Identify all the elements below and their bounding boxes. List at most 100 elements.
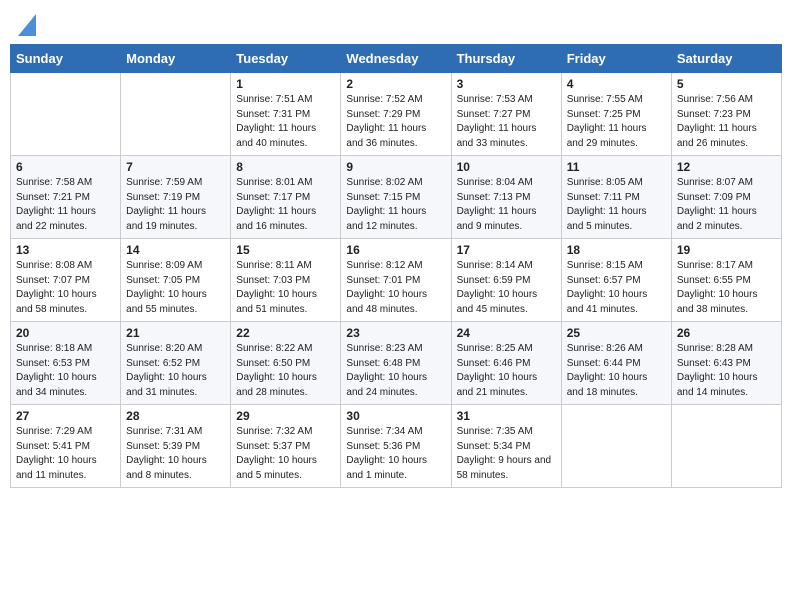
calendar-cell: 28 Sunrise: 7:31 AMSunset: 5:39 PMDayligh… bbox=[121, 405, 231, 488]
cell-info: Sunrise: 7:51 AMSunset: 7:31 PMDaylight:… bbox=[236, 93, 335, 151]
calendar-cell bbox=[121, 73, 231, 156]
cell-info: Sunrise: 7:34 AMSunset: 5:36 PMDaylight:… bbox=[346, 425, 445, 483]
calendar-cell: 11Sunrise: 8:05 AMSunset: 7:11 PMDayligh… bbox=[561, 156, 671, 239]
cell-info: Sunrise: 7:32 AMSunset: 5:37 PMDaylight:… bbox=[236, 425, 335, 483]
day-number: 20 bbox=[16, 326, 115, 340]
calendar-cell bbox=[11, 73, 121, 156]
day-number: 18 bbox=[567, 243, 666, 257]
day-number: 8 bbox=[236, 160, 335, 174]
day-number: 17 bbox=[457, 243, 556, 257]
col-header-wednesday: Wednesday bbox=[341, 45, 451, 73]
calendar-cell: 25Sunrise: 8:26 AMSunset: 6:44 PMDayligh… bbox=[561, 322, 671, 405]
col-header-monday: Monday bbox=[121, 45, 231, 73]
day-number: 2 bbox=[346, 77, 445, 91]
logo bbox=[16, 14, 36, 32]
day-number: 28 bbox=[126, 409, 225, 423]
calendar-cell bbox=[561, 405, 671, 488]
calendar-cell: 23 Sunrise: 8:23 AMSunset: 6:48 PMDayligh… bbox=[341, 322, 451, 405]
calendar-cell: 20 Sunrise: 8:18 AMSunset: 6:53 PMDayligh… bbox=[11, 322, 121, 405]
cell-info: Sunrise: 7:56 AMSunset: 7:23 PMDaylight:… bbox=[677, 93, 776, 151]
day-number: 24 bbox=[457, 326, 556, 340]
cell-info: Sunrise: 7:52 AMSunset: 7:29 PMDaylight:… bbox=[346, 93, 445, 151]
week-row-3: 13 Sunrise: 8:08 AMSunset: 7:07 PMDayligh… bbox=[11, 239, 782, 322]
week-row-2: 6 Sunrise: 7:58 AMSunset: 7:21 PMDaylight… bbox=[11, 156, 782, 239]
cell-info: Sunrise: 7:29 AMSunset: 5:41 PMDaylight:… bbox=[16, 425, 115, 483]
day-number: 10 bbox=[457, 160, 556, 174]
calendar-cell bbox=[671, 405, 781, 488]
calendar-cell: 6 Sunrise: 7:58 AMSunset: 7:21 PMDaylight… bbox=[11, 156, 121, 239]
calendar-cell: 29 Sunrise: 7:32 AMSunset: 5:37 PMDayligh… bbox=[231, 405, 341, 488]
cell-info: Sunrise: 8:18 AMSunset: 6:53 PMDaylight:… bbox=[16, 342, 115, 400]
cell-info: Sunrise: 8:01 AMSunset: 7:17 PMDaylight:… bbox=[236, 176, 335, 234]
col-header-saturday: Saturday bbox=[671, 45, 781, 73]
calendar-cell: 17 Sunrise: 8:14 AMSunset: 6:59 PMDayligh… bbox=[451, 239, 561, 322]
cell-info: Sunrise: 8:11 AMSunset: 7:03 PMDaylight:… bbox=[236, 259, 335, 317]
day-number: 15 bbox=[236, 243, 335, 257]
calendar-cell: 22 Sunrise: 8:22 AMSunset: 6:50 PMDayligh… bbox=[231, 322, 341, 405]
cell-info: Sunrise: 8:14 AMSunset: 6:59 PMDaylight:… bbox=[457, 259, 556, 317]
calendar-cell: 21 Sunrise: 8:20 AMSunset: 6:52 PMDayligh… bbox=[121, 322, 231, 405]
col-header-tuesday: Tuesday bbox=[231, 45, 341, 73]
cell-info: Sunrise: 8:09 AMSunset: 7:05 PMDaylight:… bbox=[126, 259, 225, 317]
calendar-cell: 7Sunrise: 7:59 AMSunset: 7:19 PMDaylight… bbox=[121, 156, 231, 239]
calendar-cell: 8 Sunrise: 8:01 AMSunset: 7:17 PMDaylight… bbox=[231, 156, 341, 239]
day-number: 13 bbox=[16, 243, 115, 257]
cell-info: Sunrise: 7:53 AMSunset: 7:27 PMDaylight:… bbox=[457, 93, 556, 151]
calendar-cell: 1 Sunrise: 7:51 AMSunset: 7:31 PMDaylight… bbox=[231, 73, 341, 156]
cell-info: Sunrise: 8:02 AMSunset: 7:15 PMDaylight:… bbox=[346, 176, 445, 234]
day-number: 5 bbox=[677, 77, 776, 91]
week-row-5: 27Sunrise: 7:29 AMSunset: 5:41 PMDayligh… bbox=[11, 405, 782, 488]
day-number: 11 bbox=[567, 160, 666, 174]
cell-info: Sunrise: 8:17 AMSunset: 6:55 PMDaylight:… bbox=[677, 259, 776, 317]
day-number: 23 bbox=[346, 326, 445, 340]
week-row-4: 20 Sunrise: 8:18 AMSunset: 6:53 PMDayligh… bbox=[11, 322, 782, 405]
calendar-cell: 9Sunrise: 8:02 AMSunset: 7:15 PMDaylight… bbox=[341, 156, 451, 239]
calendar-cell: 19 Sunrise: 8:17 AMSunset: 6:55 PMDayligh… bbox=[671, 239, 781, 322]
day-number: 6 bbox=[16, 160, 115, 174]
day-number: 1 bbox=[236, 77, 335, 91]
cell-info: Sunrise: 8:25 AMSunset: 6:46 PMDaylight:… bbox=[457, 342, 556, 400]
calendar-cell: 15 Sunrise: 8:11 AMSunset: 7:03 PMDayligh… bbox=[231, 239, 341, 322]
calendar-cell: 26Sunrise: 8:28 AMSunset: 6:43 PMDayligh… bbox=[671, 322, 781, 405]
cell-info: Sunrise: 8:07 AMSunset: 7:09 PMDaylight:… bbox=[677, 176, 776, 234]
cell-info: Sunrise: 8:08 AMSunset: 7:07 PMDaylight:… bbox=[16, 259, 115, 317]
cell-info: Sunrise: 7:58 AMSunset: 7:21 PMDaylight:… bbox=[16, 176, 115, 234]
cell-info: Sunrise: 8:20 AMSunset: 6:52 PMDaylight:… bbox=[126, 342, 225, 400]
calendar-cell: 2 Sunrise: 7:52 AMSunset: 7:29 PMDaylight… bbox=[341, 73, 451, 156]
cell-info: Sunrise: 7:55 AMSunset: 7:25 PMDaylight:… bbox=[567, 93, 666, 151]
day-number: 3 bbox=[457, 77, 556, 91]
cell-info: Sunrise: 8:22 AMSunset: 6:50 PMDaylight:… bbox=[236, 342, 335, 400]
day-number: 31 bbox=[457, 409, 556, 423]
logo-text-block bbox=[16, 14, 36, 32]
calendar-cell: 4Sunrise: 7:55 AMSunset: 7:25 PMDaylight… bbox=[561, 73, 671, 156]
calendar-cell: 16Sunrise: 8:12 AMSunset: 7:01 PMDayligh… bbox=[341, 239, 451, 322]
cell-info: Sunrise: 7:31 AMSunset: 5:39 PMDaylight:… bbox=[126, 425, 225, 483]
day-number: 21 bbox=[126, 326, 225, 340]
col-header-friday: Friday bbox=[561, 45, 671, 73]
calendar-cell: 24 Sunrise: 8:25 AMSunset: 6:46 PMDayligh… bbox=[451, 322, 561, 405]
calendar-cell: 5 Sunrise: 7:56 AMSunset: 7:23 PMDaylight… bbox=[671, 73, 781, 156]
calendar-cell: 12 Sunrise: 8:07 AMSunset: 7:09 PMDayligh… bbox=[671, 156, 781, 239]
header-row: SundayMondayTuesdayWednesdayThursdayFrid… bbox=[11, 45, 782, 73]
cell-info: Sunrise: 8:26 AMSunset: 6:44 PMDaylight:… bbox=[567, 342, 666, 400]
calendar-cell: 30 Sunrise: 7:34 AMSunset: 5:36 PMDayligh… bbox=[341, 405, 451, 488]
day-number: 29 bbox=[236, 409, 335, 423]
calendar-table: SundayMondayTuesdayWednesdayThursdayFrid… bbox=[10, 44, 782, 488]
day-number: 7 bbox=[126, 160, 225, 174]
cell-info: Sunrise: 8:04 AMSunset: 7:13 PMDaylight:… bbox=[457, 176, 556, 234]
calendar-cell: 3 Sunrise: 7:53 AMSunset: 7:27 PMDaylight… bbox=[451, 73, 561, 156]
week-row-1: 1 Sunrise: 7:51 AMSunset: 7:31 PMDaylight… bbox=[11, 73, 782, 156]
cell-info: Sunrise: 7:35 AMSunset: 5:34 PMDaylight:… bbox=[457, 425, 556, 483]
day-number: 22 bbox=[236, 326, 335, 340]
cell-info: Sunrise: 8:23 AMSunset: 6:48 PMDaylight:… bbox=[346, 342, 445, 400]
calendar-cell: 10 Sunrise: 8:04 AMSunset: 7:13 PMDayligh… bbox=[451, 156, 561, 239]
logo-triangle-icon bbox=[18, 14, 36, 36]
day-number: 19 bbox=[677, 243, 776, 257]
calendar-cell: 31 Sunrise: 7:35 AMSunset: 5:34 PMDayligh… bbox=[451, 405, 561, 488]
col-header-thursday: Thursday bbox=[451, 45, 561, 73]
day-number: 30 bbox=[346, 409, 445, 423]
day-number: 12 bbox=[677, 160, 776, 174]
day-number: 14 bbox=[126, 243, 225, 257]
cell-info: Sunrise: 8:15 AMSunset: 6:57 PMDaylight:… bbox=[567, 259, 666, 317]
calendar-cell: 14 Sunrise: 8:09 AMSunset: 7:05 PMDayligh… bbox=[121, 239, 231, 322]
